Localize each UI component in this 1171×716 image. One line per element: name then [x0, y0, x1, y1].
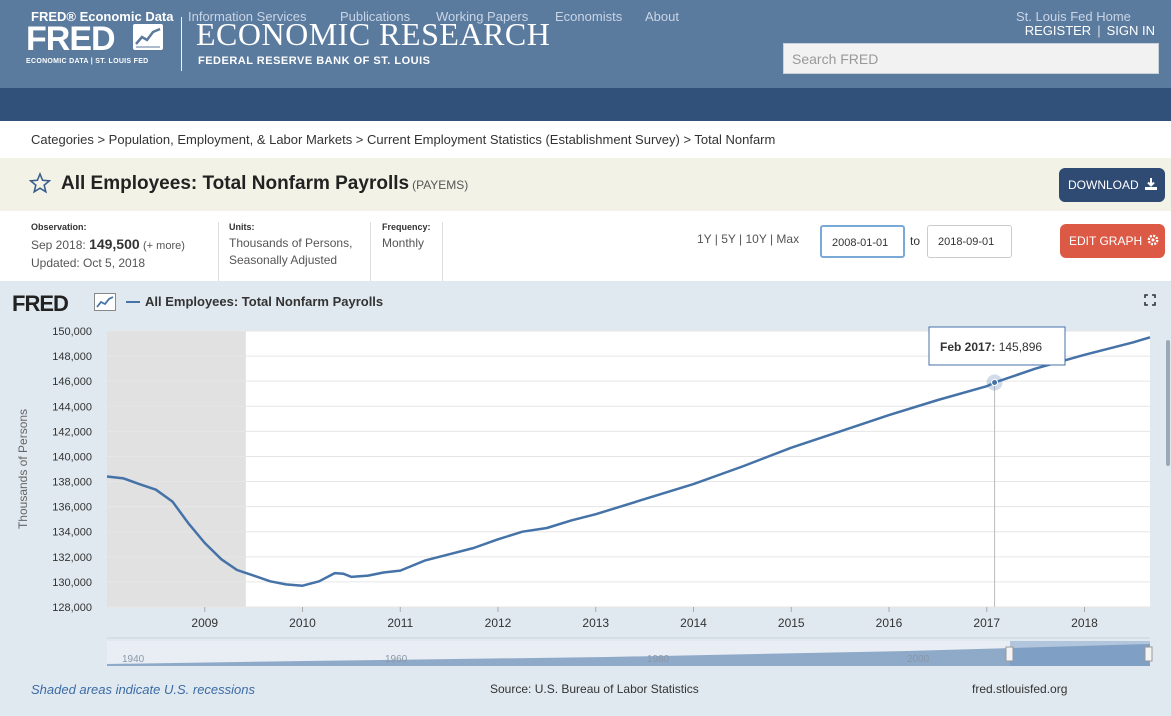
star-icon[interactable]: [28, 171, 52, 194]
navigator-right-handle[interactable]: [1144, 646, 1153, 662]
y-tick-label: 146,000: [52, 376, 92, 388]
recession-note[interactable]: Shaded areas indicate U.S. recessions: [31, 682, 255, 697]
meta-separator: [370, 222, 371, 281]
navigator-year-label: 1940: [122, 654, 145, 665]
navigator-left-handle[interactable]: [1005, 646, 1014, 662]
series-title-wrap: All Employees: Total Nonfarm Payrolls (PA…: [61, 173, 468, 195]
frequency-block: Frequency: Monthly: [382, 222, 431, 250]
x-tick-label: 2017: [973, 616, 1000, 630]
start-date-input[interactable]: 2008-01-01: [820, 225, 905, 258]
units-value-line1: Thousands of Persons,: [229, 236, 353, 250]
units-value-line2: Seasonally Adjusted: [229, 253, 338, 267]
auth-links: REGISTER | SIGN IN: [1025, 23, 1155, 38]
end-date-input[interactable]: 2018-09-01: [927, 225, 1012, 258]
y-tick-label: 150,000: [52, 326, 92, 338]
updated-date: Updated: Oct 5, 2018: [31, 256, 146, 270]
x-tick-label: 2016: [876, 616, 903, 630]
download-button[interactable]: DOWNLOAD: [1059, 168, 1165, 202]
breadcrumb[interactable]: Categories > Population, Employment, & L…: [31, 132, 775, 147]
x-tick-label: 2015: [778, 616, 805, 630]
download-label: DOWNLOAD: [1068, 178, 1139, 192]
nav-item-about[interactable]: About: [645, 9, 679, 24]
y-tick-label: 144,000: [52, 401, 92, 413]
y-tick-label: 148,000: [52, 351, 92, 363]
recession-shading: [107, 331, 246, 607]
x-tick-label: 2014: [680, 616, 707, 630]
frequency-label: Frequency:: [382, 222, 431, 232]
range-links[interactable]: 1Y | 5Y | 10Y | Max: [697, 232, 799, 246]
navigator-year-label: 2000: [907, 654, 930, 665]
series-title: All Employees: Total Nonfarm Payrolls: [61, 173, 410, 194]
tooltip-text: Feb 2017: 145,896: [940, 340, 1042, 354]
x-tick-label: 2012: [485, 616, 512, 630]
observation-date: Sep 2018:: [31, 238, 86, 252]
meta-separator: [218, 222, 219, 281]
line-chart[interactable]: 128,000 130,000 132,000 134,000 136,000 138,0…: [0, 281, 1171, 676]
y-tick-label: 130,000: [52, 577, 92, 589]
auth-separator: |: [1097, 23, 1101, 38]
observation-block: Observation: Sep 2018: 149,500 (+ more) …: [31, 222, 185, 270]
fred-logo[interactable]: FRED: [26, 20, 116, 59]
x-tick-label: 2013: [582, 616, 609, 630]
site-url: fred.stlouisfed.org: [972, 682, 1068, 696]
nav-item-working-papers[interactable]: Working Papers: [436, 9, 528, 24]
y-tick-label: 136,000: [52, 502, 92, 514]
units-label: Units:: [229, 222, 255, 232]
fred-chart-logo-icon[interactable]: [133, 24, 163, 50]
search-input[interactable]: Search FRED: [783, 43, 1159, 74]
sign-in-link[interactable]: SIGN IN: [1107, 23, 1155, 38]
meta-separator: [442, 222, 443, 281]
units-block: Units: Thousands of Persons, Seasonally …: [229, 222, 352, 267]
y-tick-label: 138,000: [52, 477, 92, 489]
nav-item-publications[interactable]: Publications: [340, 9, 410, 24]
gear-icon: [1148, 234, 1159, 246]
y-tick-label: 134,000: [52, 527, 92, 539]
logo-subtitle: ECONOMIC DATA | ST. LOUIS FED: [26, 58, 149, 65]
y-tick-label: 142,000: [52, 426, 92, 438]
nav-item-information-services[interactable]: Information Services: [188, 9, 307, 24]
site-subtitle: FEDERAL RESERVE BANK OF ST. LOUIS: [198, 55, 431, 67]
y-tick-label: 140,000: [52, 451, 92, 463]
y-tick-label: 132,000: [52, 552, 92, 564]
x-tick-label: 2011: [387, 616, 413, 630]
y-tick-label: 128,000: [52, 602, 92, 614]
download-icon: [1145, 178, 1158, 190]
register-link[interactable]: REGISTER: [1025, 23, 1091, 38]
navigator-selected-range[interactable]: [1010, 641, 1150, 666]
main-nav: [0, 88, 1171, 121]
hover-point[interactable]: [991, 378, 999, 386]
nav-item-economists[interactable]: Economists: [555, 9, 622, 24]
series-id: (PAYEMS): [412, 178, 469, 192]
plot-background: [107, 331, 1150, 607]
frequency-value: Monthly: [382, 236, 425, 250]
x-tick-label: 2009: [191, 616, 218, 630]
header-divider: [181, 17, 182, 71]
edit-graph-button[interactable]: EDIT GRAPH: [1060, 224, 1165, 258]
navigator-year-label: 1960: [385, 654, 408, 665]
source-text: Source: U.S. Bureau of Labor Statistics: [490, 682, 699, 696]
nav-item-fred[interactable]: FRED® Economic Data: [31, 9, 174, 24]
page-scrollbar[interactable]: [1166, 340, 1170, 466]
x-tick-label: 2018: [1071, 616, 1098, 630]
y-axis-label: Thousands of Persons: [16, 409, 30, 529]
x-tick-label: 2010: [289, 616, 316, 630]
observation-label: Observation:: [31, 222, 87, 232]
observation-value: 149,500: [89, 236, 140, 252]
nav-item-st-louis-fed-home[interactable]: St. Louis Fed Home: [1016, 9, 1131, 24]
edit-graph-label: EDIT GRAPH: [1069, 234, 1143, 248]
more-link[interactable]: (+ more): [143, 240, 185, 252]
navigator-year-label: 1980: [647, 654, 670, 665]
to-label: to: [910, 234, 921, 248]
